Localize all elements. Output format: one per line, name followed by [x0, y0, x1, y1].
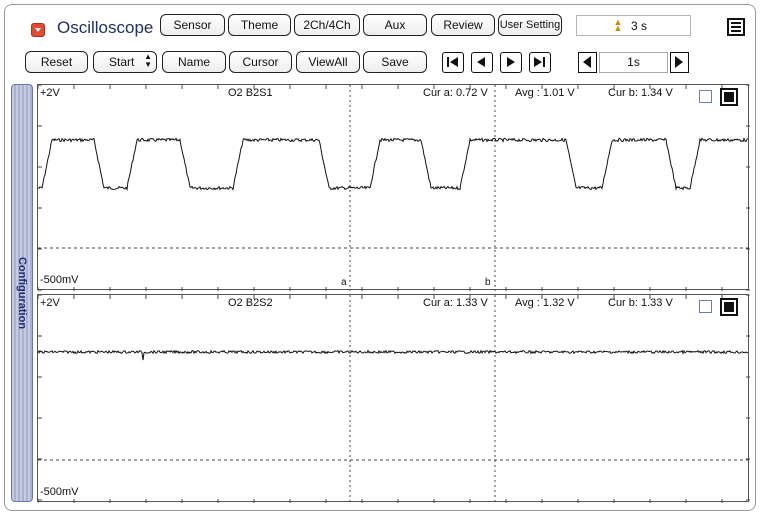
channel-2-grid	[38, 295, 750, 503]
time-scale-value[interactable]: 1s	[599, 52, 668, 73]
channel-2-plot[interactable]	[38, 295, 750, 503]
start-select[interactable]: Start ▲ ▼	[93, 51, 157, 73]
channel-1-plot[interactable]	[38, 85, 750, 291]
updown-icon: ▲ ▼	[144, 52, 152, 69]
channel-mode-button[interactable]: 2Ch/4Ch	[294, 14, 360, 36]
aux-button[interactable]: Aux	[363, 14, 427, 36]
review-button[interactable]: Review	[431, 14, 495, 36]
viewall-button[interactable]: ViewAll	[296, 51, 360, 73]
skip-to-start-icon	[447, 57, 458, 67]
timer-display: ▲ ▲ 3 s	[576, 15, 691, 36]
step-forward-icon	[507, 57, 515, 67]
name-button[interactable]: Name	[162, 51, 226, 73]
cursor-a-label[interactable]: a	[341, 277, 347, 288]
skip-to-end-icon	[534, 57, 545, 67]
configuration-label: Configuration	[16, 256, 28, 330]
time-scale-decrease-button[interactable]	[578, 52, 597, 73]
channel-2-cursor-b-value: Cur b: 1.33 V	[608, 297, 673, 309]
step-forward-button[interactable]	[500, 52, 522, 73]
channel-2-y-max: +2V	[40, 297, 60, 309]
channel-2-color-button[interactable]	[720, 298, 738, 316]
channel-1-cursor-b-value: Cur b: 1.34 V	[608, 87, 673, 99]
timer-value: 3 s	[631, 19, 648, 33]
user-setting-button[interactable]: User Setting	[498, 14, 562, 36]
channel-2-average: Avg : 1.32 V	[515, 297, 575, 309]
stopwatch-icon: ▲ ▲	[613, 17, 623, 33]
channel-2-name: O2 B2S2	[228, 297, 273, 309]
reset-button[interactable]: Reset	[25, 51, 88, 73]
step-back-icon	[477, 57, 485, 67]
time-scale-increase-button[interactable]	[670, 52, 689, 73]
channel-1-cursor-a-value: Cur a: 0.72 V	[423, 87, 488, 99]
cursor-button[interactable]: Cursor	[229, 51, 292, 73]
sensor-button[interactable]: Sensor	[160, 14, 225, 36]
triangle-right-icon	[675, 56, 683, 68]
channel-1-y-max: +2V	[40, 87, 60, 99]
start-label: Start	[109, 54, 135, 69]
configuration-tab[interactable]: Configuration	[11, 84, 33, 502]
skip-to-start-button[interactable]	[442, 52, 464, 73]
channel-1-y-min: -500mV	[40, 274, 79, 286]
channel-1-waveform	[38, 137, 749, 192]
app-title: Oscilloscope	[57, 18, 154, 37]
channel-1-name: O2 B2S1	[228, 87, 273, 99]
hamburger-menu-icon[interactable]	[727, 18, 745, 36]
channel-2-panel[interactable]: +2V O2 B2S2 Cur a: 1.33 V Avg : 1.32 V C…	[37, 294, 750, 503]
app-menu-icon[interactable]	[31, 23, 45, 37]
triangle-left-icon	[583, 56, 591, 68]
channel-2-y-min: -500mV	[40, 486, 79, 498]
theme-button[interactable]: Theme	[228, 14, 291, 36]
channel-2-checkbox[interactable]	[699, 300, 712, 313]
channel-1-color-button[interactable]	[720, 88, 738, 106]
step-back-button[interactable]	[471, 52, 493, 73]
channel-1-panel[interactable]: +2V O2 B2S1 Cur a: 0.72 V Avg : 1.01 V C…	[37, 84, 750, 291]
channel-1-grid	[38, 85, 750, 291]
channel-2-cursor-a-value: Cur a: 1.33 V	[423, 297, 488, 309]
save-button[interactable]: Save	[363, 51, 427, 73]
channel-2-waveform	[38, 349, 749, 361]
channel-1-average: Avg : 1.01 V	[515, 87, 575, 99]
skip-to-end-button[interactable]	[529, 52, 551, 73]
cursor-b-label[interactable]: b	[485, 277, 491, 288]
channel-1-checkbox[interactable]	[699, 90, 712, 103]
